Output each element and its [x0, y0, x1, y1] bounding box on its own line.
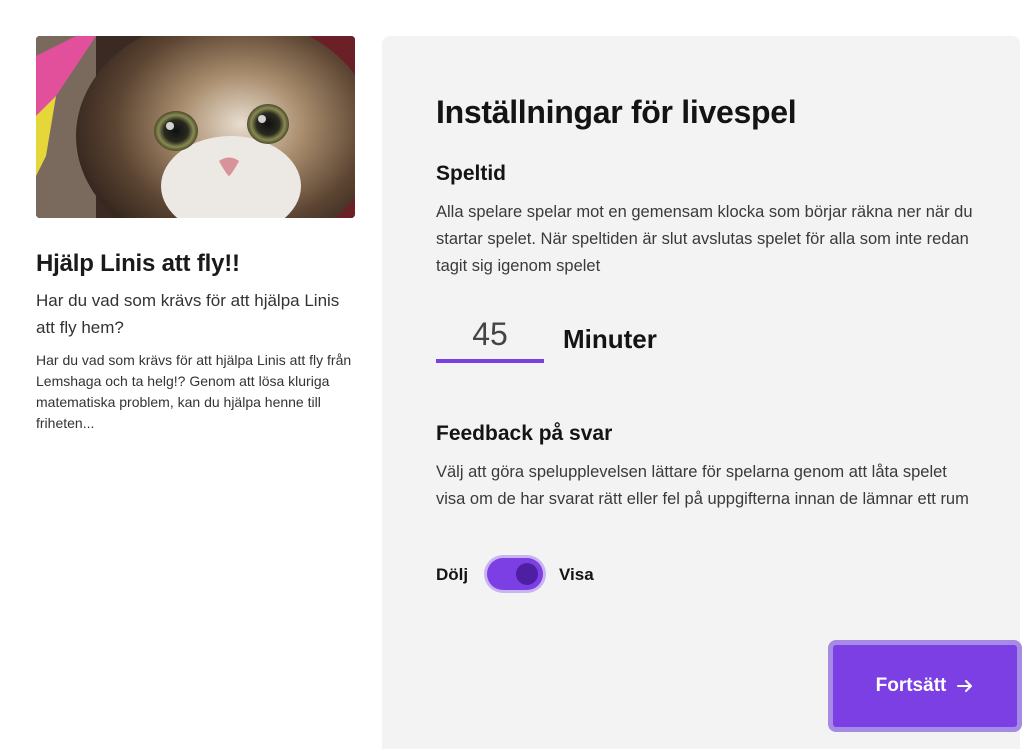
toggle-on-label: Visa — [559, 565, 594, 584]
page: Hjälp Linis att fly!! Har du vad som krä… — [0, 0, 1024, 749]
feedback-toggle[interactable] — [487, 558, 543, 590]
arrow-right-icon — [956, 677, 974, 695]
toggle-knob — [516, 563, 538, 585]
game-description: Har du vad som krävs för att hjälpa Lini… — [36, 352, 352, 431]
settings-title: Inställningar för livespel — [436, 94, 797, 130]
game-card: Hjälp Linis att fly!! Har du vad som krä… — [36, 36, 356, 434]
game-cover-image — [36, 36, 355, 218]
continue-button[interactable]: Fortsätt — [828, 640, 1022, 732]
feedback-toggle-row: Dölj Visa — [436, 556, 736, 592]
live-game-settings-panel: Inställningar för livespel Speltid Alla … — [382, 36, 1022, 749]
game-title: Hjälp Linis att fly!! — [36, 250, 240, 277]
playtime-input[interactable] — [436, 316, 544, 363]
game-lead: Har du vad som krävs för att hjälpa Lini… — [36, 291, 340, 337]
playtime-description: Alla spelare spelar mot en gemensam kloc… — [436, 203, 973, 275]
toggle-off-label: Dölj — [436, 565, 469, 584]
continue-label: Fortsätt — [875, 675, 947, 696]
feedback-description: Välj att göra spelupplevelsen lättare fö… — [436, 463, 969, 508]
cat-photo — [36, 36, 355, 218]
feedback-heading: Feedback på svar — [436, 422, 613, 445]
playtime-row: Minuter — [436, 316, 736, 366]
playtime-unit: Minuter — [563, 324, 657, 354]
playtime-heading: Speltid — [436, 162, 507, 185]
